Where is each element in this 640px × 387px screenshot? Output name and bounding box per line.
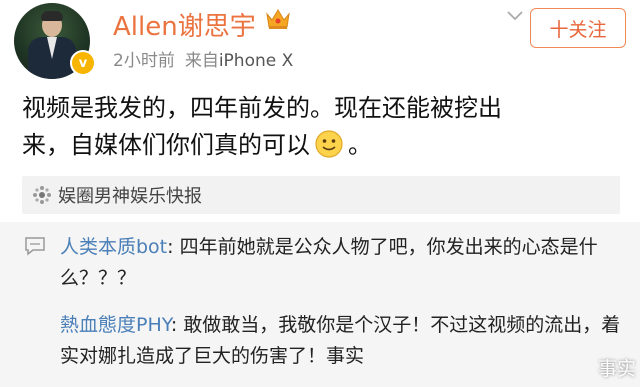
avatar-hair <box>41 11 63 21</box>
device-name[interactable]: iPhone X <box>219 51 293 71</box>
comment-icon <box>25 237 45 256</box>
post-text: 视频是我发的，四年前发的。现在还能被挖出 来，自媒体们你们真的可以 。 <box>22 90 622 164</box>
post-meta: 2小时前 来自iPhone X <box>113 46 293 71</box>
follow-button[interactable]: 十关注 <box>530 8 626 48</box>
post-line-2: 来，自媒体们你们真的可以 。 <box>22 127 622 164</box>
comment-item: 熱血態度PHY: 敢做敢当，我敬你是个汉子！不过这视频的流出，着实对娜扎造成了巨… <box>60 310 632 372</box>
comment-username[interactable]: 人类本质bot <box>60 236 167 258</box>
username[interactable]: Allen谢思宇 <box>113 6 256 43</box>
chevron-down-icon[interactable] <box>506 10 524 22</box>
comment-item: 人类本质bot: 四年前她就是公众人物了吧，你发出来的心态是什么？？？ <box>60 232 632 294</box>
crown-icon <box>266 9 290 29</box>
post-time: 2小时前 <box>113 51 175 71</box>
post-line-2-text: 来，自媒体们你们真的可以 <box>22 131 310 159</box>
verified-badge-icon: v <box>70 50 96 76</box>
source-tag[interactable]: 娱圈男神娱乐快报 <box>22 176 620 214</box>
post-line-1: 视频是我发的，四年前发的。现在还能被挖出 <box>22 94 502 122</box>
weibo-tag-icon <box>33 186 51 204</box>
smiley-emoji-icon <box>315 130 343 158</box>
comment-section: 人类本质bot: 四年前她就是公众人物了吧，你发出来的心态是什么？？？ 熱血態度… <box>0 222 640 387</box>
comment-username[interactable]: 熱血態度PHY <box>60 314 171 336</box>
watermark: 事实 <box>597 358 636 380</box>
source-tag-label: 娱圈男神娱乐快报 <box>58 186 202 207</box>
source-prefix: 来自 <box>184 51 219 71</box>
post-line-2-end: 。 <box>348 131 372 159</box>
